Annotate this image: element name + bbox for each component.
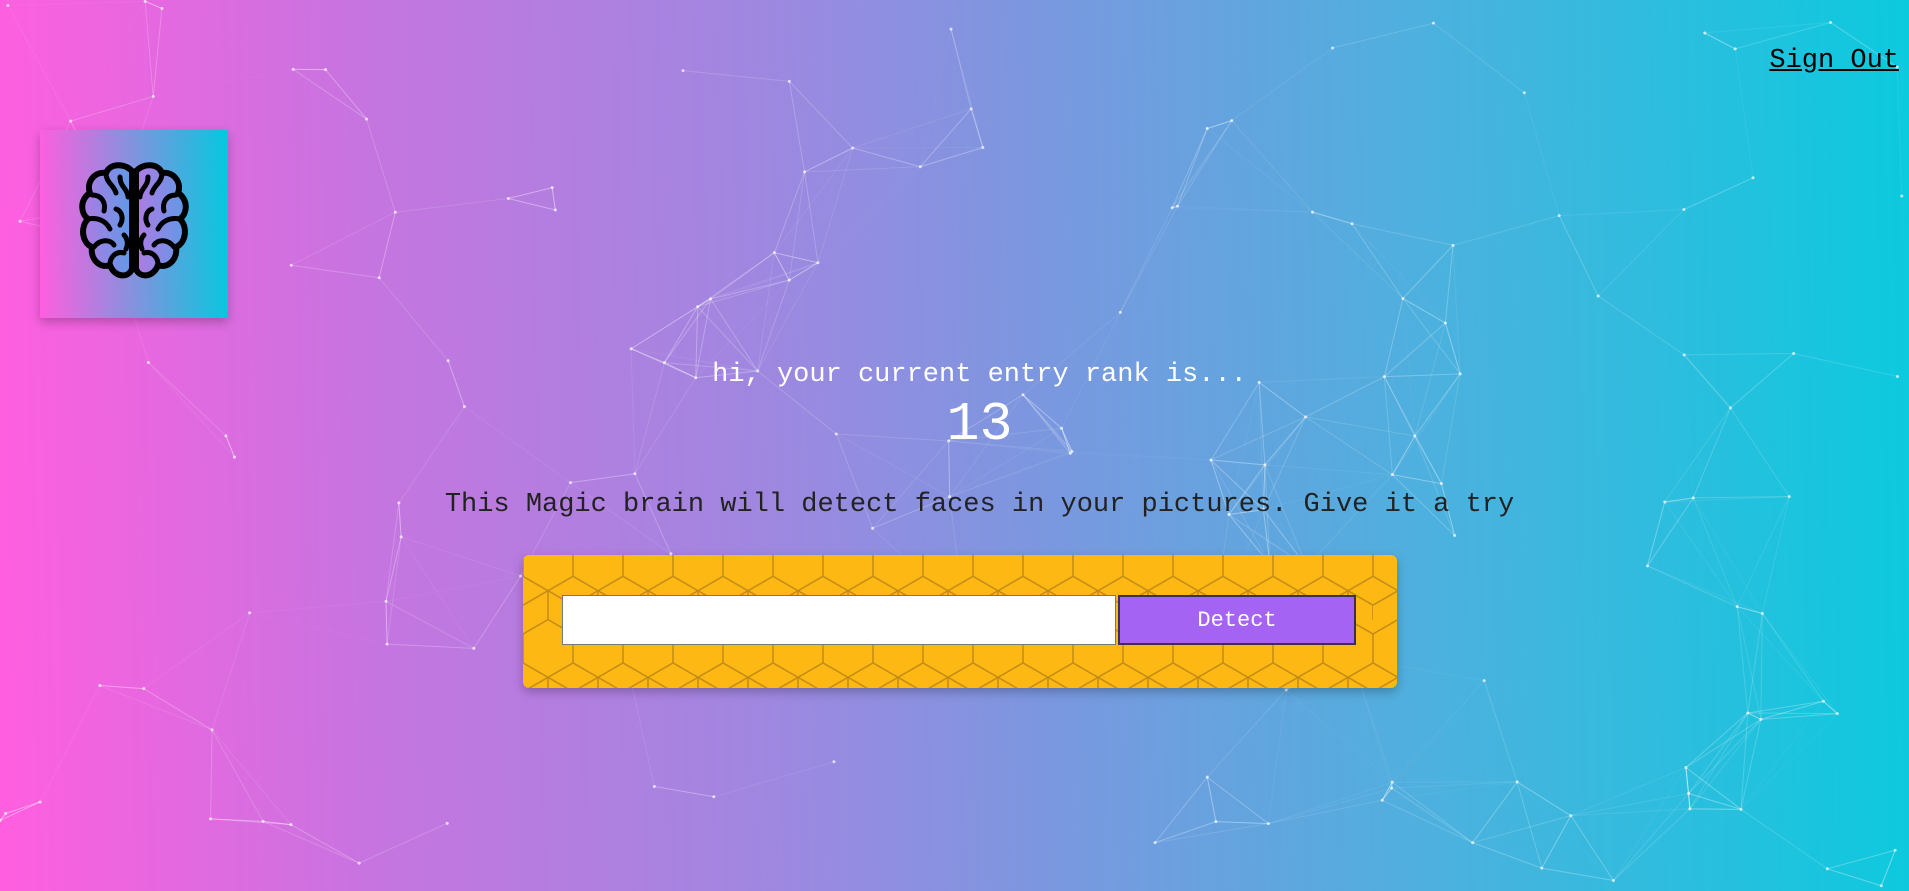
- brain-icon: [79, 162, 189, 279]
- image-url-input[interactable]: [562, 595, 1116, 645]
- image-link-form: Detect: [523, 555, 1397, 688]
- sign-out-link[interactable]: Sign Out: [1769, 46, 1899, 76]
- rank-greeting: hi, your current entry rank is...: [712, 360, 1247, 390]
- top-nav: Sign Out: [1769, 46, 1899, 76]
- logo-card[interactable]: [40, 130, 228, 318]
- rank-section: hi, your current entry rank is... 13: [0, 355, 1909, 455]
- detect-button[interactable]: Detect: [1118, 595, 1356, 645]
- tagline: This Magic brain will detect faces in yo…: [444, 490, 1515, 520]
- rank-number: 13: [946, 393, 1013, 456]
